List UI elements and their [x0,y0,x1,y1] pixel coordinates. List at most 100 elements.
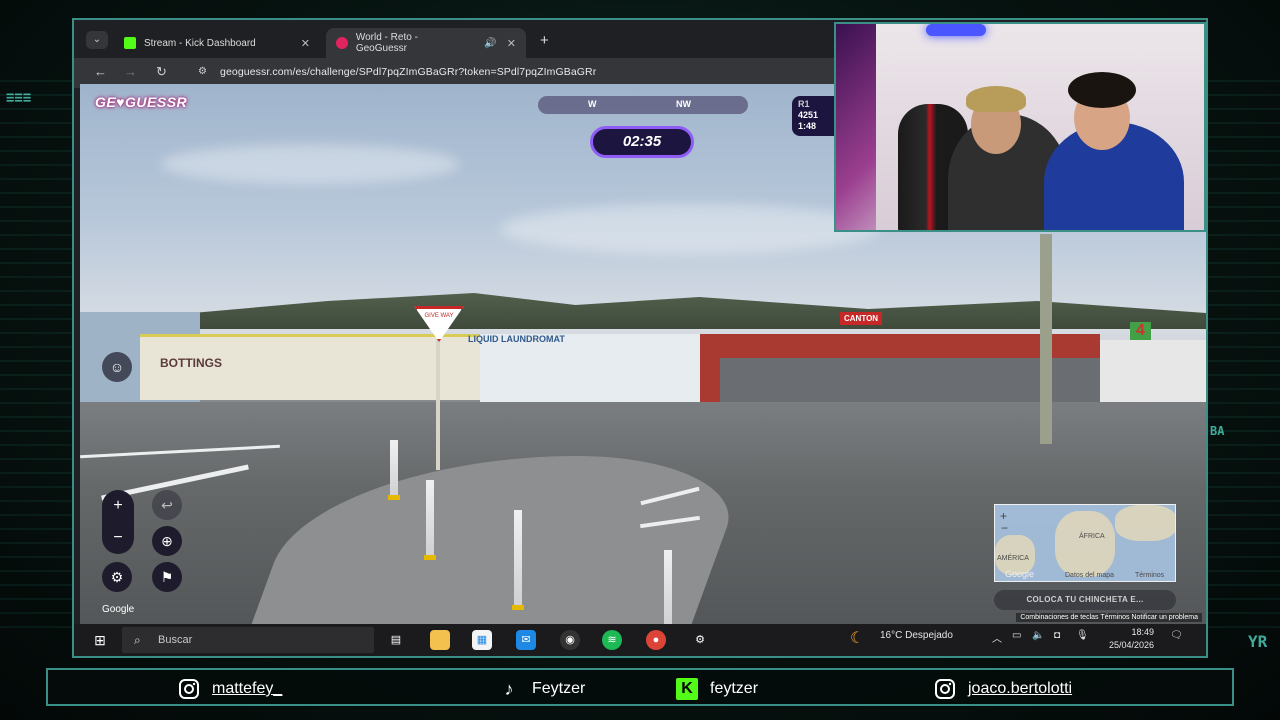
cloud [160,144,460,184]
round-number: R1 [798,99,810,109]
site-info-icon[interactable]: ⚙ [198,66,207,77]
tab-geoguessr[interactable]: World - Reto - GeoGuessr 🔊 ✕ [326,28,526,58]
social-instagram-2[interactable]: joaco.bertolotti [934,678,1072,700]
windows-start-icon[interactable]: ⊞ [90,630,110,650]
round-timer: 02:35 [590,126,694,158]
tab-label: Stream - Kick Dashboard [144,37,256,49]
notifications-icon[interactable]: 🗨 [1170,630,1183,641]
round-time: 1:48 [798,121,817,131]
overlay-glyph-right-1: BA [1210,424,1225,438]
clock-date: 25/04/2026 [1108,640,1154,650]
zoom-control: + − [102,490,134,554]
building-laundromat [480,334,700,412]
return-to-start-icon[interactable]: ⊕ [152,526,182,556]
decorative-lines-right [1208,80,1280,640]
back-icon[interactable]: ← [94,64,107,79]
kick-logo-icon: K [676,678,698,700]
close-icon[interactable]: ✕ [507,37,516,50]
label-africa: ÁFRICA [1079,533,1105,540]
chrome-icon[interactable]: ● [646,630,666,650]
instagram-handle-1: mattefey_ [212,680,283,697]
streamer-left-hair [966,86,1026,112]
continent-asia [1115,505,1175,541]
compass-west: W [588,99,597,109]
bollard [664,550,672,624]
windows-taskbar: ⊞ ⌕ Buscar ▤ ▦ ✉ ◉ ≋ ● ⚙ ☾ 16°C Despejad… [74,624,1206,656]
speaker-icon[interactable]: 🔊 [484,38,496,49]
bollard [512,510,524,610]
zoom-out-button[interactable]: − [102,522,134,554]
camera-icon[interactable]: ◘ [1054,630,1060,641]
weather-icon: ☾ [850,630,865,647]
microphone-icon[interactable]: 🎙 [1076,630,1089,641]
social-instagram-1[interactable]: mattefey_ [178,678,282,700]
spotify-icon[interactable]: ≋ [602,630,622,650]
minimap-attribution: Datos del mapa [1065,572,1115,579]
minimap-terms[interactable]: Términos [1135,572,1164,579]
bollard [388,440,400,500]
file-explorer-icon[interactable] [430,630,450,650]
geoguessr-icon [336,37,348,49]
forward-icon[interactable]: → [124,64,137,79]
power-pole [1040,234,1052,444]
store-icon[interactable]: ▦ [472,630,492,650]
building-right [1100,340,1206,410]
reload-icon[interactable]: ↻ [156,64,167,80]
tab-kick-dashboard[interactable]: Stream - Kick Dashboard ✕ [114,28,320,58]
minimap-zoom-out-icon[interactable]: − [1001,521,1008,535]
minimap-google-logo: Google [1005,569,1035,579]
settings-icon[interactable]: ⚙ [102,562,132,592]
streamer-right-hair [1068,72,1136,108]
instagram-icon [178,678,200,700]
recording-app-icon[interactable]: ◉ [560,630,580,650]
compass-bar: W NW [538,96,748,114]
bollard [424,480,436,560]
geoguessr-logo: GE♥GUESSR [95,94,188,110]
kick-icon [124,37,136,49]
tab-search-button[interactable]: ⌄ [86,31,108,49]
tiktok-icon: ♪ [504,678,514,699]
system-clock[interactable]: 18:49 25/04/2026 [1109,626,1154,652]
tiktok-handle: Feytzer [532,680,586,697]
stream-overlay: ≡≡≡ BA YR ⌄ Stream - Kick Dashboard ✕ Wo… [0,0,1280,720]
map-footer: Combinaciones de teclas Términos Notific… [1016,613,1202,622]
flag-icon[interactable]: ⚑ [152,562,182,592]
weather-text[interactable]: 16°C Despejado [880,630,953,641]
mail-icon[interactable]: ✉ [516,630,536,650]
url-field[interactable]: geoguessr.com/es/challenge/SPdl7pqZImGBa… [220,66,596,78]
close-icon[interactable]: ✕ [301,37,310,50]
social-links-bar: mattefey_ ♪ Feytzer K feytzer joaco.bert… [46,668,1234,706]
network-icon[interactable]: ▭ [1012,630,1021,641]
volume-icon[interactable]: 🔈 [1032,630,1044,641]
neon-light [926,24,986,36]
webcam-feed [834,22,1206,232]
store-sign-laundromat: LIQUID LAUNDROMAT [468,334,565,344]
undo-move-icon[interactable]: ↩ [152,490,182,520]
social-tiktok[interactable]: ♪ Feytzer [498,678,586,700]
taskbar-search-input[interactable]: ⌕ Buscar [122,627,374,653]
compass-northwest: NW [676,99,691,109]
new-tab-button[interactable]: + [540,32,549,49]
task-view-icon[interactable]: ▤ [386,630,406,650]
settings-gear-icon[interactable]: ⚙ [690,630,710,650]
search-icon: ⌕ [134,633,141,647]
overlay-glyph-left: ≡≡≡ [6,90,32,106]
instagram-handle-2: joaco.bertolotti [968,680,1073,697]
decorative-lines-left [0,80,72,640]
continent-africa [1055,511,1115,577]
social-kick[interactable]: K feytzer [676,678,758,700]
search-placeholder: Buscar [158,634,193,646]
guess-minimap[interactable]: + − ÁFRICA AMÉRICA Google Datos del mapa… [994,504,1176,582]
clock-time: 18:49 [1131,627,1154,637]
store-sign-4: 4 [1130,322,1151,340]
overlay-glyph-right-2: YR [1248,632,1268,651]
score-value: 4251 [798,110,819,120]
tray-chevron-icon[interactable]: ︿ [992,630,1002,645]
label-america: AMÉRICA [997,555,1029,562]
kick-handle: feytzer [710,680,759,697]
zoom-in-button[interactable]: + [102,490,134,522]
store-sign-canton: CANTON [840,312,883,325]
emote-icon[interactable]: ☺ [102,352,132,382]
cloud [500,204,880,254]
place-pin-button[interactable]: COLOCA TU CHINCHETA E... [994,590,1176,610]
